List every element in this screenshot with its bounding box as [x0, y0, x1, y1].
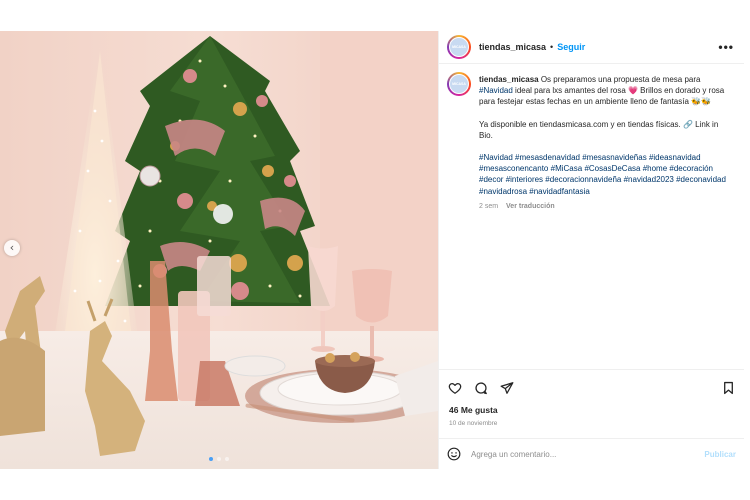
hashtag-link[interactable]: #MiCasa	[551, 164, 583, 173]
caption-paragraph-2: Ya disponible en tiendasmicasa.com y en …	[479, 119, 719, 140]
hashtag-link[interactable]: #decoracionnavideña	[545, 175, 621, 184]
instagram-post: ‹ MICASA tiendas_micasa • Seguir ••• MIC…	[0, 31, 744, 469]
caption-username[interactable]: tiendas_micasa	[479, 75, 539, 84]
bookmark-icon	[723, 381, 733, 394]
avatar-logo-text: MICASA	[452, 82, 466, 86]
carousel-dot-active	[209, 457, 213, 461]
likes-count[interactable]: 46 Me gusta	[439, 405, 744, 419]
caption-section: MICASA tiendas_micasa Os preparamos una …	[439, 64, 744, 369]
hashtag-link[interactable]: #decoración	[669, 164, 713, 173]
post-date: 10 de noviembre	[449, 420, 498, 427]
post-photo[interactable]: ‹	[0, 31, 438, 469]
caption-text-part: Os preparamos una propuesta de mesa para	[538, 75, 701, 84]
hashtag-link[interactable]: #mesasdenavidad	[515, 153, 580, 162]
hashtag-link[interactable]: #mesasconencanto	[479, 164, 548, 173]
hashtag-link[interactable]: #Navidad	[479, 86, 513, 95]
caption-avatar[interactable]: MICASA	[447, 72, 471, 96]
chevron-left-icon: ‹	[9, 241, 15, 254]
post-side-panel: MICASA tiendas_micasa • Seguir ••• MICAS…	[438, 31, 744, 469]
emoji-icon[interactable]	[447, 447, 461, 461]
translate-link[interactable]: Ver traducción	[506, 203, 555, 210]
caption-paragraph-1: tiendas_micasa Os preparamos una propues…	[479, 74, 729, 108]
hashtag-link[interactable]: #mesasnavideñas	[582, 153, 646, 162]
previous-image-button[interactable]: ‹	[4, 240, 20, 256]
hashtag-list: #Navidad #mesasdenavidad #mesasnavideñas…	[479, 152, 729, 197]
hashtag-link[interactable]: #ideasnavidad	[649, 153, 701, 162]
action-bar	[439, 369, 744, 405]
comment-icon	[475, 381, 487, 394]
comment-bar: Publicar	[439, 438, 744, 469]
post-age: 2 sem	[479, 202, 499, 210]
hashtag-link[interactable]: #Navidad	[479, 153, 513, 162]
christmas-table-photo	[0, 31, 438, 469]
comment-button[interactable]	[473, 380, 489, 396]
hashtag-link[interactable]: #navidadfantasia	[529, 187, 590, 196]
heart-icon	[448, 382, 462, 394]
paper-plane-icon	[500, 381, 514, 394]
follow-button[interactable]: Seguir	[557, 42, 585, 52]
hashtag-link[interactable]: #navidad2023	[624, 175, 674, 184]
separator-dot: •	[550, 42, 554, 52]
more-options-icon[interactable]: •••	[718, 41, 734, 53]
carousel-dot	[225, 457, 229, 461]
caption-text: tiendas_micasa Os preparamos una propues…	[479, 74, 729, 369]
save-button[interactable]	[720, 380, 736, 396]
hashtag-link[interactable]: #decor	[479, 175, 503, 184]
caption-text-part: ideal para lxs amantes del rosa 💗 Brillo…	[479, 86, 725, 107]
post-header: MICASA tiendas_micasa • Seguir •••	[439, 31, 744, 64]
like-button[interactable]	[447, 380, 463, 396]
hashtag-link[interactable]: #CosasDeCasa	[584, 164, 640, 173]
carousel-dots	[0, 457, 438, 461]
hashtag-link[interactable]: #navidadrosa	[479, 187, 527, 196]
avatar[interactable]: MICASA	[447, 35, 471, 59]
publish-button[interactable]: Publicar	[704, 450, 736, 459]
avatar-logo-text: MICASA	[452, 45, 466, 49]
hashtag-link[interactable]: #deconavidad	[676, 175, 726, 184]
carousel-dot	[217, 457, 221, 461]
caption-meta: 2 sem Ver traducción	[479, 201, 729, 212]
share-button[interactable]	[499, 380, 515, 396]
hashtag-link[interactable]: #interiores	[506, 175, 543, 184]
username-link[interactable]: tiendas_micasa	[479, 42, 546, 52]
hashtag-link[interactable]: #home	[643, 164, 667, 173]
comment-input[interactable]	[471, 449, 671, 459]
